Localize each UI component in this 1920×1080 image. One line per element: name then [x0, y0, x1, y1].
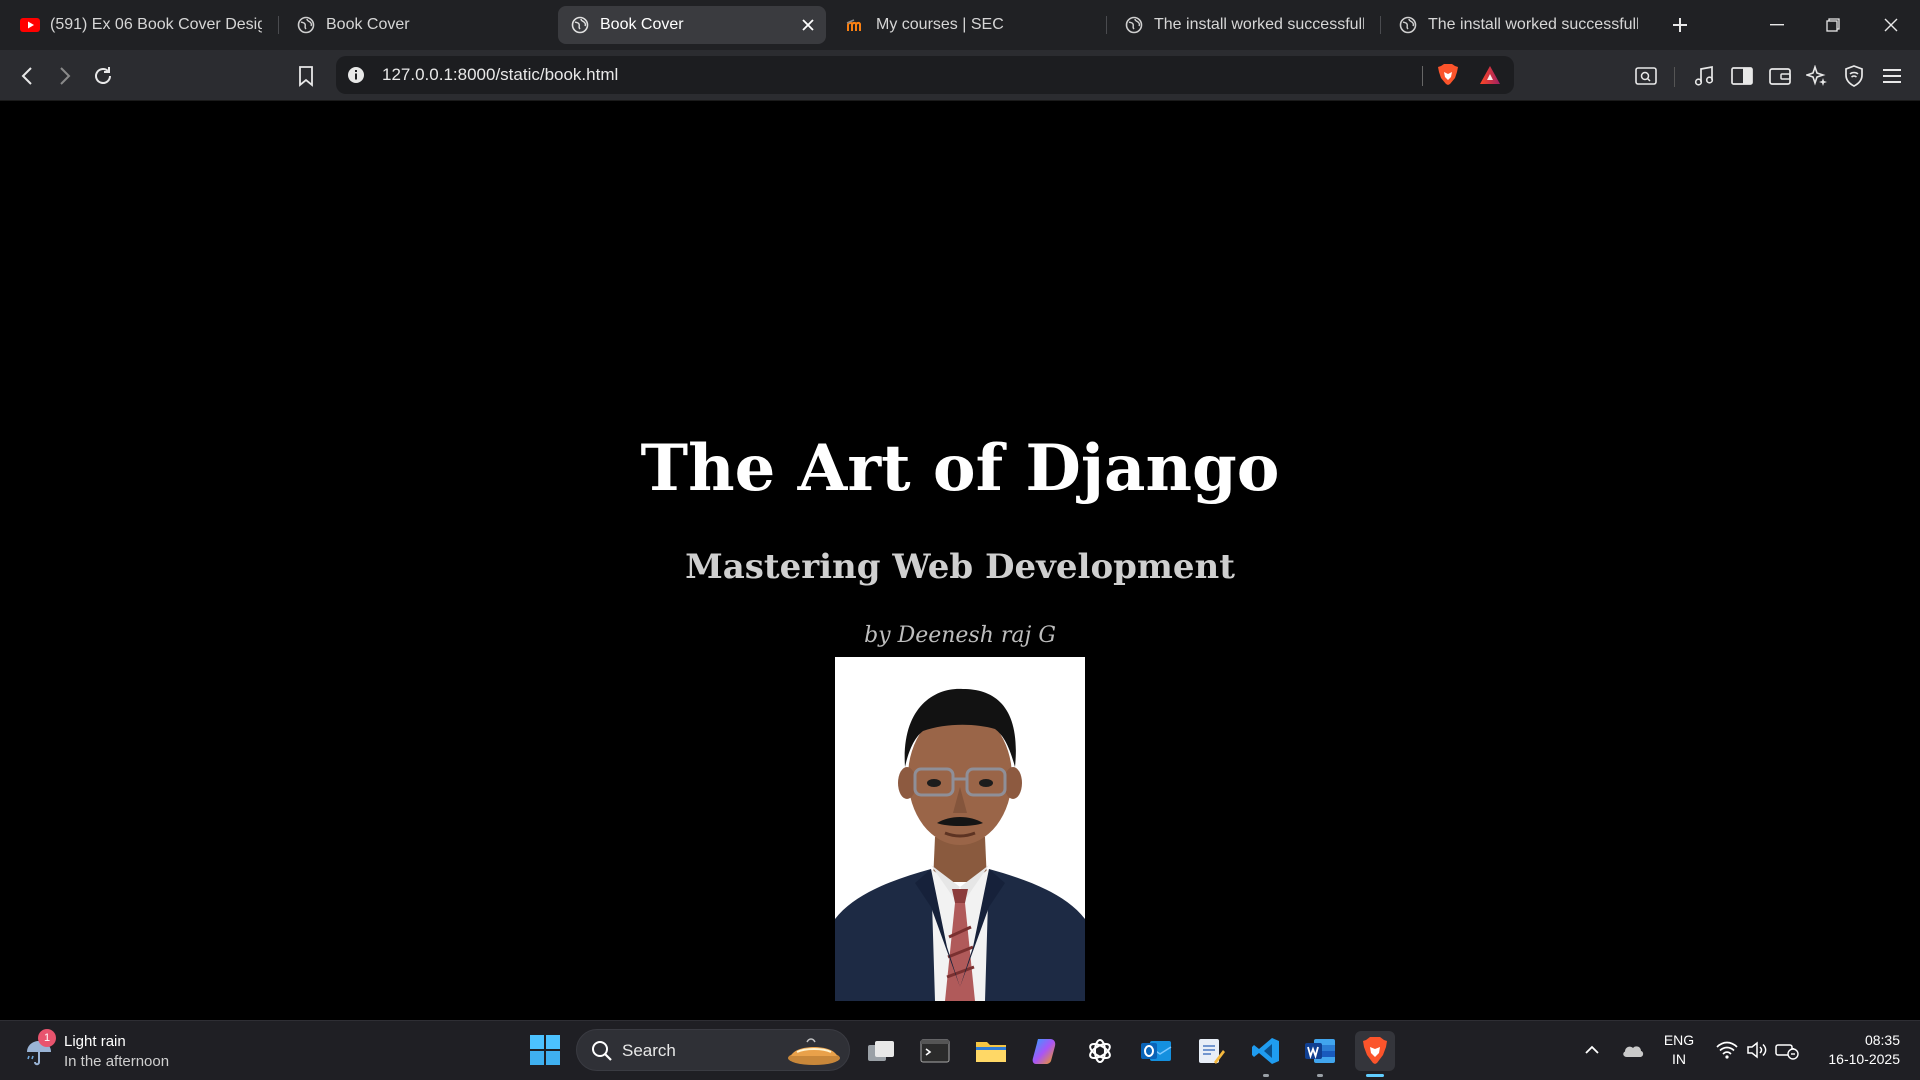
outlook-icon[interactable] [1136, 1031, 1176, 1071]
media-icon[interactable] [1688, 60, 1720, 92]
tab-separator [1380, 16, 1381, 34]
reload-button[interactable] [87, 60, 119, 92]
battery-saver-icon[interactable] [1773, 1036, 1801, 1064]
url-text[interactable]: 127.0.0.1:8000/static/book.html [382, 65, 618, 85]
leo-ai-icon[interactable] [1801, 60, 1833, 92]
tab-title: Book Cover [600, 16, 684, 33]
weather-subtitle: In the afternoon [64, 1053, 170, 1070]
page-content: The Art of Django Mastering Web Developm… [0, 101, 1920, 1020]
tab-separator [1106, 16, 1107, 34]
tab-youtube[interactable]: (591) Ex 06 Book Cover Design u [8, 6, 274, 44]
back-button[interactable] [11, 60, 43, 92]
tab-install-worked-1[interactable]: The install worked successfully! C [1112, 6, 1376, 44]
restore-button[interactable] [1810, 6, 1856, 44]
wifi-icon[interactable] [1713, 1036, 1741, 1064]
system-clock[interactable]: 08:35 16-10-2025 [1810, 1031, 1900, 1069]
vpn-icon[interactable] [1838, 60, 1870, 92]
minimize-button[interactable] [1754, 6, 1800, 44]
address-divider [1422, 66, 1423, 86]
site-info-icon[interactable] [346, 65, 366, 85]
search-icon [591, 1040, 613, 1062]
forward-button[interactable] [49, 60, 81, 92]
language-code: ENG [1663, 1032, 1695, 1048]
close-tab-icon[interactable] [798, 15, 818, 35]
copilot-icon[interactable] [1025, 1031, 1065, 1071]
word-icon[interactable] [1300, 1031, 1340, 1077]
taskbar-search[interactable]: Search [576, 1029, 850, 1071]
notification-badge: 1 [38, 1029, 56, 1047]
tab-separator [278, 16, 279, 34]
moodle-icon [846, 15, 866, 35]
clock-time: 08:35 [1864, 1032, 1900, 1048]
youtube-icon [20, 15, 40, 35]
weather-title: Light rain [64, 1033, 126, 1050]
vscode-icon[interactable] [1246, 1031, 1286, 1077]
menu-icon[interactable] [1876, 60, 1908, 92]
tab-title: The install worked successfully! C [1154, 16, 1364, 33]
running-indicator [1263, 1074, 1269, 1077]
globe-icon [570, 15, 590, 35]
chatgpt-icon[interactable] [1080, 1031, 1120, 1071]
globe-icon [1398, 15, 1418, 35]
book-subtitle: Mastering Web Development [685, 547, 1235, 587]
running-indicator [1317, 1074, 1323, 1077]
start-button[interactable] [528, 1033, 562, 1067]
file-explorer-icon[interactable] [971, 1031, 1011, 1071]
region-code: IN [1672, 1051, 1686, 1067]
book-author: by Deenesh raj G [864, 623, 1056, 648]
sidebar-toggle-icon[interactable] [1726, 60, 1758, 92]
author-photo [835, 657, 1085, 1001]
task-view-icon[interactable] [861, 1031, 901, 1071]
taskbar: 1 Light rain In the afternoon Search ENG… [0, 1020, 1920, 1080]
page-search-icon[interactable] [1630, 60, 1662, 92]
weather-widget[interactable]: 1 Light rain In the afternoon [20, 1029, 220, 1073]
browser-toolbar: 127.0.0.1:8000/static/book.html [0, 50, 1920, 101]
globe-icon [1124, 15, 1144, 35]
onedrive-icon[interactable] [1619, 1036, 1647, 1064]
tab-title: My courses | SEC [876, 16, 1004, 33]
new-tab-button[interactable] [1666, 11, 1694, 39]
tab-install-worked-2[interactable]: The install worked successfully! C [1386, 6, 1650, 44]
tab-strip: (591) Ex 06 Book Cover Design u Book Cov… [0, 0, 1920, 50]
terminal-icon[interactable] [915, 1031, 955, 1071]
tab-title: The install worked successfully! C [1428, 16, 1638, 33]
close-window-button[interactable] [1868, 6, 1914, 44]
brave-shields-icon[interactable] [1436, 63, 1460, 87]
search-highlight-icon [785, 1034, 843, 1068]
address-bar[interactable]: 127.0.0.1:8000/static/book.html [336, 56, 1514, 94]
toolbar-divider [1674, 67, 1675, 87]
clock-date: 16-10-2025 [1828, 1051, 1900, 1067]
active-indicator [1366, 1074, 1384, 1077]
book-title: The Art of Django [640, 431, 1280, 506]
chevron-up-icon[interactable] [1578, 1036, 1606, 1064]
search-label: Search [622, 1041, 676, 1060]
volume-icon[interactable] [1743, 1036, 1771, 1064]
globe-icon [296, 15, 316, 35]
brave-browser-icon[interactable] [1355, 1031, 1395, 1077]
tab-title: (591) Ex 06 Book Cover Design u [50, 16, 262, 33]
tab-title: Book Cover [326, 16, 410, 33]
brave-rewards-icon[interactable] [1478, 63, 1502, 87]
tab-book-cover-1[interactable]: Book Cover [284, 6, 552, 44]
wallet-icon[interactable] [1764, 60, 1796, 92]
tab-book-cover-active[interactable]: Book Cover [558, 6, 826, 44]
language-indicator[interactable]: ENG IN [1654, 1031, 1704, 1069]
tab-my-courses[interactable]: My courses | SEC [834, 6, 1102, 44]
bookmark-icon[interactable] [290, 60, 322, 92]
notepad-icon[interactable] [1191, 1031, 1231, 1071]
